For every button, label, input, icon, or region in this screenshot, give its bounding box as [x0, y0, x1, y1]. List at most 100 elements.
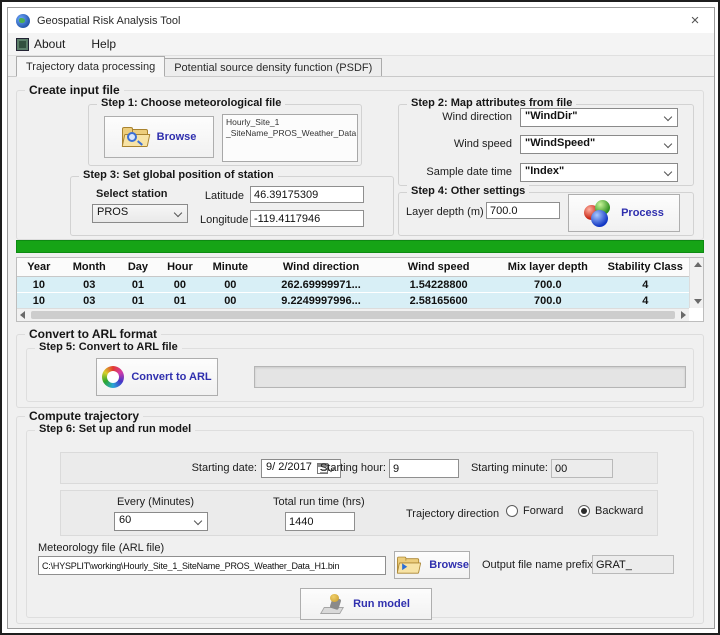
close-button[interactable]: ×	[684, 12, 706, 29]
chevron-down-icon	[174, 209, 182, 217]
column-header[interactable]: Stability Class	[602, 258, 689, 276]
about-icon	[16, 38, 29, 51]
step5-title: Step 5: Convert to ARL file	[35, 341, 182, 353]
rgb-spheres-icon	[584, 200, 614, 227]
table-cell: 9.2249997996...	[259, 293, 383, 308]
group-create-input-title: Create input file	[25, 83, 124, 97]
starting-date-value: 9/ 2/2017	[266, 461, 312, 473]
tabstrip: Trajectory data processing Potential sou…	[8, 56, 714, 77]
column-header[interactable]: Minute	[202, 258, 259, 276]
radio-forward-label: Forward	[523, 505, 563, 517]
table-cell: 700.0	[494, 293, 602, 308]
wind-speed-select[interactable]: "WindSpeed"	[520, 135, 678, 154]
process-button[interactable]: Process	[568, 194, 680, 232]
menu-about[interactable]: About	[16, 37, 65, 51]
screenshot-frame: Geospatial Risk Analysis Tool × About He…	[0, 0, 720, 635]
radio-backward[interactable]: Backward	[578, 505, 643, 517]
run-model-button[interactable]: Run model	[300, 588, 432, 620]
scroll-left-icon[interactable]	[20, 311, 25, 319]
menu-help-label: Help	[91, 37, 116, 51]
output-prefix-field[interactable]	[592, 555, 674, 574]
table-cell: 00	[202, 293, 259, 308]
radio-forward-circle-icon	[506, 505, 518, 517]
table-cell: 700.0	[494, 277, 602, 292]
browse-met-file-button[interactable]: Browse	[104, 116, 214, 158]
convert-progress-bar	[254, 366, 686, 388]
wind-speed-label: Wind speed	[404, 138, 512, 150]
convert-to-arl-label: Convert to ARL	[131, 371, 211, 383]
layer-depth-field[interactable]	[486, 202, 560, 219]
radio-backward-circle-icon	[578, 505, 590, 517]
table-cell: 03	[61, 277, 118, 292]
step1-title: Step 1: Choose meteorological file	[97, 97, 285, 109]
met-data-table: YearMonthDayHourMinuteWind directionWind…	[16, 257, 704, 322]
wind-direction-select[interactable]: "WindDir"	[520, 108, 678, 127]
scroll-down-icon[interactable]	[694, 299, 702, 304]
compute-section-title: Compute trajectory	[25, 409, 143, 423]
tab-psdf[interactable]: Potential source density function (PSDF)	[164, 58, 382, 77]
wind-direction-value: "WindDir"	[525, 110, 578, 122]
convert-section-title: Convert to ARL format	[25, 327, 161, 341]
convert-to-arl-button[interactable]: Convert to ARL	[96, 358, 218, 396]
scroll-right-icon[interactable]	[681, 311, 686, 319]
step4-title: Step 4: Other settings	[407, 185, 529, 197]
total-run-time-field[interactable]	[285, 512, 355, 531]
table-grid: YearMonthDayHourMinuteWind directionWind…	[17, 258, 689, 308]
table-header-row: YearMonthDayHourMinuteWind directionWind…	[17, 258, 689, 277]
table-cell: 01	[118, 277, 158, 292]
process-label: Process	[621, 207, 664, 219]
vertical-scrollbar[interactable]	[689, 258, 703, 308]
radio-forward[interactable]: Forward	[506, 505, 563, 517]
column-header[interactable]: Day	[118, 258, 158, 276]
longitude-label: Longitude	[200, 214, 244, 226]
table-row[interactable]: 1003010000262.69999971...1.54228800700.0…	[17, 277, 689, 293]
sample-date-time-select[interactable]: "Index"	[520, 163, 678, 182]
total-run-time-label: Total run time (hrs)	[273, 496, 365, 508]
latitude-label: Latitude	[200, 190, 244, 202]
starting-hour-field[interactable]	[389, 459, 459, 478]
step3-title: Step 3: Set global position of station	[79, 169, 278, 181]
column-header[interactable]: Wind speed	[383, 258, 494, 276]
horizontal-scroll-thumb[interactable]	[31, 311, 675, 319]
longitude-field[interactable]	[250, 210, 364, 227]
wind-speed-value: "WindSpeed"	[525, 137, 595, 149]
station-value: PROS	[97, 206, 128, 218]
starting-minute-label: Starting minute:	[466, 462, 548, 474]
trajectory-direction-label: Trajectory direction	[406, 508, 499, 520]
radio-backward-label: Backward	[595, 505, 643, 517]
table-cell: 4	[602, 293, 689, 308]
table-cell: 2.58165600	[383, 293, 494, 308]
table-cell: 10	[17, 277, 61, 292]
column-header[interactable]: Year	[17, 258, 61, 276]
every-minutes-select[interactable]: 60	[114, 512, 208, 531]
table-cell: 01	[158, 293, 202, 308]
met-csv-filename-box[interactable]: Hourly_Site_1 _SiteName_PROS_Weather_Dat…	[222, 114, 358, 162]
met-arl-file-field[interactable]	[38, 556, 386, 575]
color-ring-icon	[102, 366, 124, 388]
latitude-field[interactable]	[250, 186, 364, 203]
table-cell: 1.54228800	[383, 277, 494, 292]
run-model-label: Run model	[353, 598, 410, 610]
browse-arl-file-button[interactable]: Browse	[394, 551, 470, 579]
run-model-icon	[322, 594, 346, 614]
table-cell: 4	[602, 277, 689, 292]
column-header[interactable]: Month	[61, 258, 118, 276]
starting-minute-field[interactable]	[551, 459, 613, 478]
station-select[interactable]: PROS	[92, 204, 188, 223]
horizontal-scrollbar[interactable]	[17, 308, 689, 321]
table-row[interactable]: 10030101009.2249997996...2.58165600700.0…	[17, 293, 689, 308]
layer-depth-label: Layer depth (m)	[406, 206, 484, 218]
chevron-down-icon	[664, 140, 672, 148]
wind-direction-label: Wind direction	[404, 111, 512, 123]
column-header[interactable]: Mix layer depth	[494, 258, 602, 276]
menu-help[interactable]: Help	[91, 37, 116, 51]
window-title: Geospatial Risk Analysis Tool	[37, 15, 180, 27]
column-header[interactable]: Hour	[158, 258, 202, 276]
scroll-up-icon[interactable]	[694, 262, 702, 267]
tab-trajectory-data-processing[interactable]: Trajectory data processing	[16, 56, 165, 77]
browse-met-file-label: Browse	[157, 131, 197, 143]
met-arl-file-label: Meteorology file (ARL file)	[38, 542, 164, 554]
column-header[interactable]: Wind direction	[259, 258, 383, 276]
table-cell: 262.69999971...	[259, 277, 383, 292]
select-station-label: Select station	[96, 188, 168, 200]
